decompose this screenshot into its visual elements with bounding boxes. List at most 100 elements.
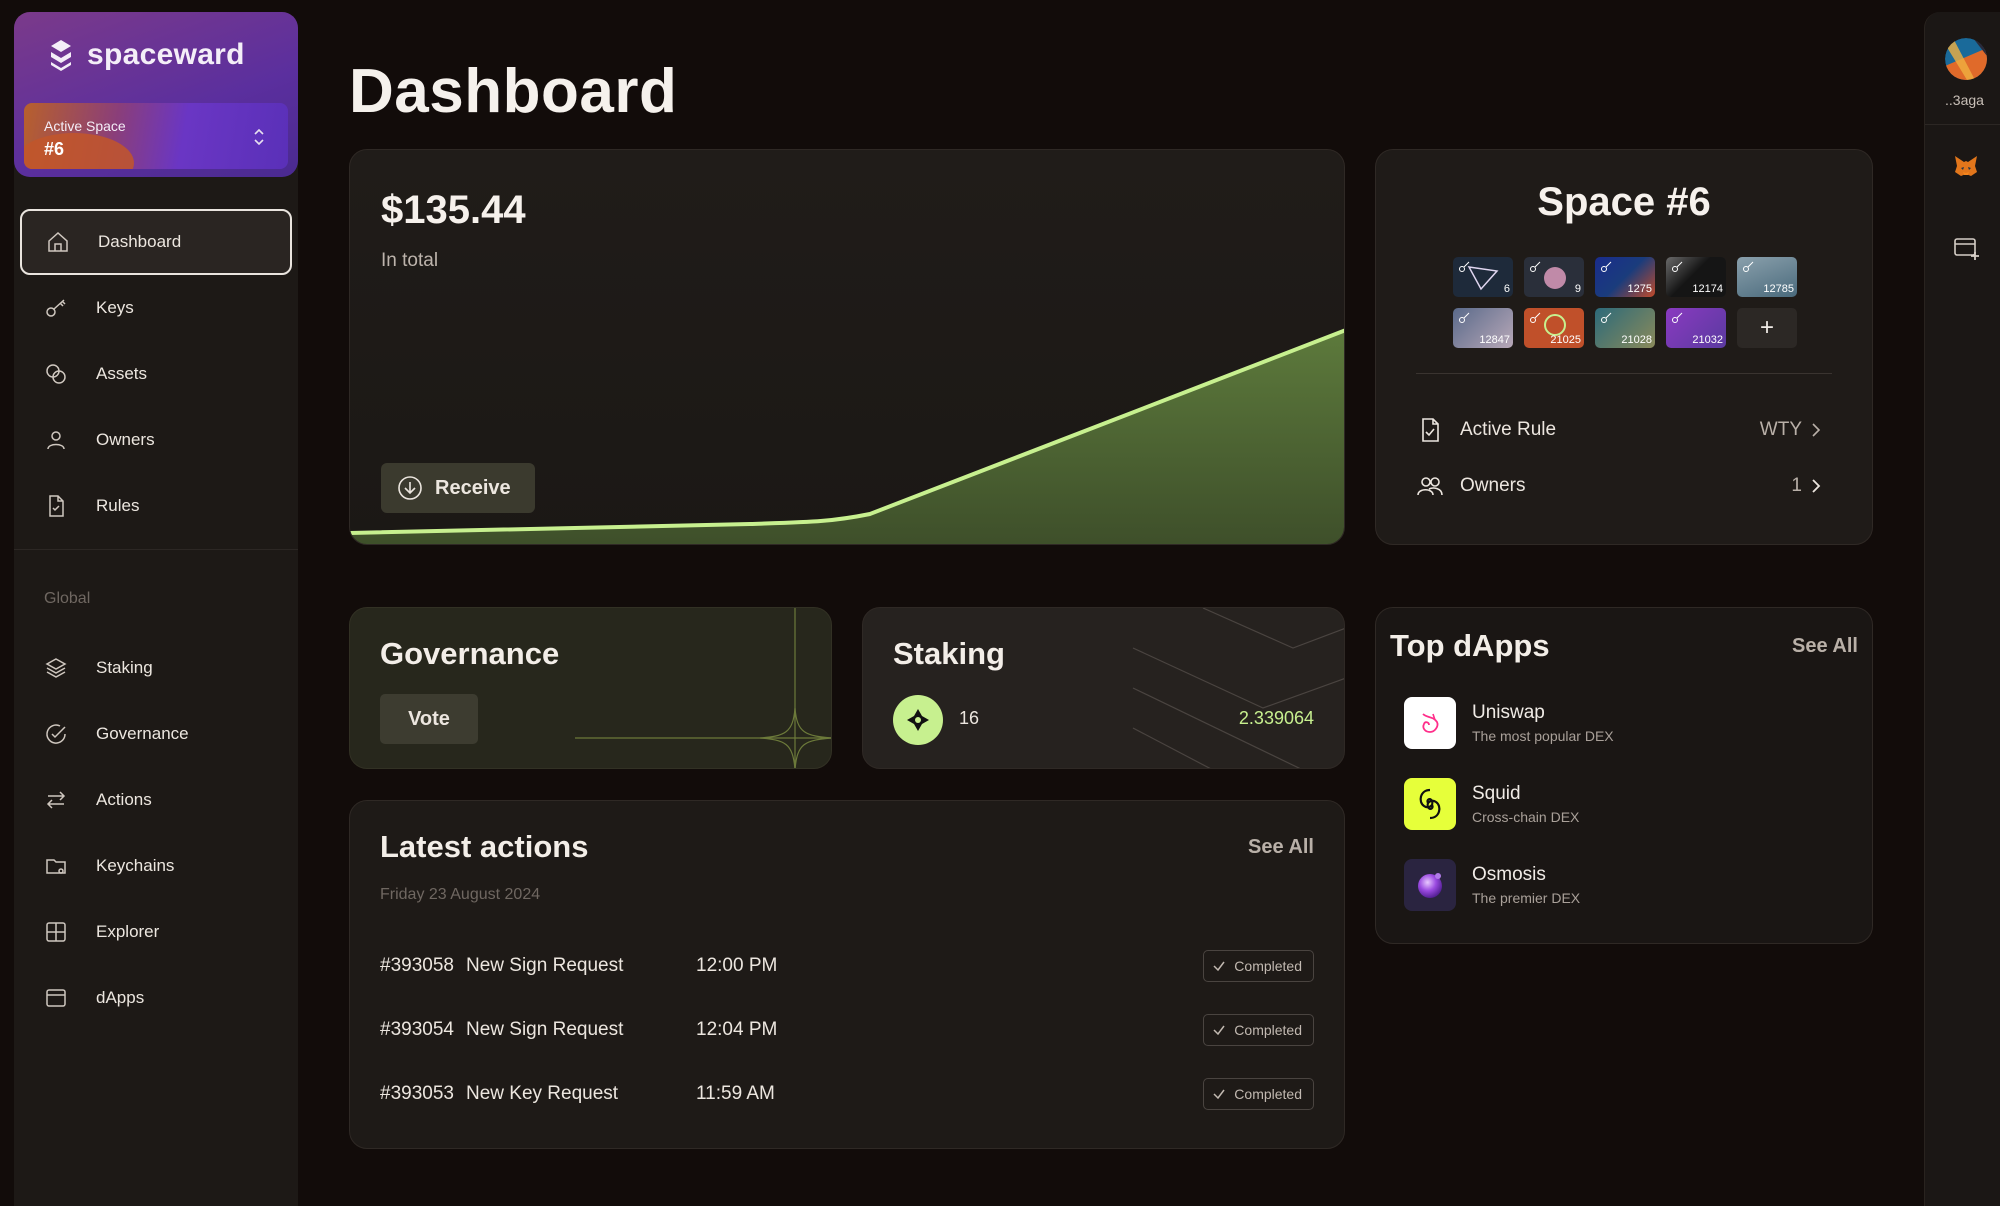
key-number: 9: [1574, 283, 1581, 295]
dapp-desc: The premier DEX: [1472, 890, 1581, 906]
nav-heading-global: Global: [44, 590, 91, 607]
key-tile[interactable]: 6: [1453, 257, 1513, 297]
key-number: 21025: [1550, 334, 1581, 346]
action-time: 11:59 AM: [696, 1083, 775, 1104]
account-avatar[interactable]: [1945, 38, 1987, 80]
dapp-item-squid[interactable]: Squid Cross-chain DEX: [1404, 778, 1579, 830]
staking-decoration: [1132, 608, 1344, 768]
key-tile[interactable]: 1275: [1595, 257, 1655, 297]
brand-card: spaceward Active Space #6: [14, 12, 298, 177]
key-icon: [46, 299, 66, 317]
nav-item-assets[interactable]: Assets: [20, 341, 292, 407]
dapp-name: Squid: [1472, 783, 1521, 804]
nav-divider: [14, 549, 298, 550]
space-title: Space #6: [1537, 180, 1711, 224]
active-rule-value: WTY: [1759, 419, 1802, 440]
nav-item-governance[interactable]: Governance: [20, 701, 292, 767]
key-icon: [1672, 312, 1683, 323]
home-icon: [48, 231, 68, 252]
nav-item-owners[interactable]: Owners: [20, 407, 292, 473]
status-text: Completed: [1234, 1022, 1302, 1038]
nav-item-keychains[interactable]: Keychains: [20, 833, 292, 899]
nav-label: dApps: [96, 988, 145, 1007]
action-row[interactable]: #393058 New Sign Request 12:00 PM Comple…: [380, 946, 1314, 986]
governance-card[interactable]: Governance Vote: [349, 607, 832, 769]
staking-value: 2.339064: [1238, 708, 1314, 728]
key-number: 12847: [1479, 334, 1510, 346]
coins-icon: [46, 364, 66, 384]
key-icon: [1672, 261, 1683, 272]
action-row[interactable]: #393053 New Key Request 11:59 AM Complet…: [380, 1074, 1314, 1114]
key-icon: [1459, 312, 1470, 323]
nav-label: Governance: [96, 724, 189, 743]
space-divider: [1416, 373, 1832, 374]
vote-button[interactable]: Vote: [380, 694, 478, 744]
arrows-icon: [46, 791, 66, 809]
metamask-fox-icon[interactable]: [1952, 152, 1980, 180]
add-window-icon[interactable]: [1952, 234, 1980, 262]
nav-item-staking[interactable]: Staking: [20, 635, 292, 701]
governance-decoration: [575, 608, 831, 768]
owners-row[interactable]: Owners 1: [1416, 466, 1822, 506]
nav-label: Actions: [96, 790, 152, 809]
check-icon: [1213, 1025, 1225, 1036]
sidebar: spaceward Active Space #6 Dashboard Keys…: [14, 12, 298, 1206]
key-tile[interactable]: 12174: [1666, 257, 1726, 297]
status-badge: Completed: [1203, 950, 1314, 982]
receive-button[interactable]: Receive: [381, 463, 535, 513]
active-rule-row[interactable]: Active Rule WTY: [1416, 410, 1822, 450]
browser-icon: [46, 989, 66, 1007]
active-rule-label: Active Rule: [1460, 419, 1557, 440]
page-title: Dashboard: [349, 57, 678, 126]
latest-actions-card: Latest actions See All Friday 23 August …: [349, 800, 1345, 1149]
key-number: 12174: [1692, 283, 1723, 295]
spaceward-logo-icon: [51, 40, 71, 71]
actions-see-all-link[interactable]: See All: [1248, 836, 1314, 859]
action-id: #393053: [380, 1083, 454, 1104]
key-tile[interactable]: 12785: [1737, 257, 1797, 297]
users-icon: [1417, 477, 1443, 496]
status-badge: Completed: [1203, 1014, 1314, 1046]
key-tile[interactable]: 12847: [1453, 308, 1513, 348]
key-icon: [1743, 261, 1754, 272]
key-grid: 6 9 1275 12174 12785 12847 21025 21028 2…: [1453, 257, 1803, 348]
dapps-see-all-link[interactable]: See All: [1792, 635, 1858, 658]
nav-label: Keys: [96, 298, 134, 317]
brand[interactable]: spaceward: [47, 38, 245, 72]
dapp-item-osmosis[interactable]: Osmosis The premier DEX: [1404, 859, 1580, 911]
download-circle-icon: [398, 476, 422, 500]
rail-divider: [1925, 124, 2000, 125]
nav-item-rules[interactable]: Rules: [20, 473, 292, 539]
balance-amount: $135.44: [381, 188, 526, 232]
nav-item-explorer[interactable]: Explorer: [20, 899, 292, 965]
dapp-item-uniswap[interactable]: Uniswap The most popular DEX: [1404, 697, 1614, 749]
dapp-name: Osmosis: [1472, 864, 1546, 885]
key-tile[interactable]: 21032: [1666, 308, 1726, 348]
action-id: #393058: [380, 955, 454, 976]
chevron-up-down-icon: [254, 128, 264, 146]
nav-item-dashboard[interactable]: Dashboard: [20, 209, 292, 275]
chevron-right-icon: [1812, 479, 1821, 493]
staking-count: 16: [959, 708, 980, 728]
add-key-button[interactable]: +: [1737, 308, 1797, 348]
dapp-desc: The most popular DEX: [1472, 728, 1614, 744]
balance-label: In total: [381, 250, 439, 271]
nav-item-dapps[interactable]: dApps: [20, 965, 292, 1031]
brand-name: spaceward: [87, 38, 245, 71]
staking-card[interactable]: Staking 16 2.339064: [862, 607, 1345, 769]
key-tile[interactable]: 21025: [1524, 308, 1584, 348]
nav-item-actions[interactable]: Actions: [20, 767, 292, 833]
top-dapps-card: Top dApps See All Uniswap The most popul…: [1375, 607, 1873, 944]
layers-icon: [45, 658, 67, 678]
action-row[interactable]: #393054 New Sign Request 12:04 PM Comple…: [380, 1010, 1314, 1050]
key-tile[interactable]: 21028: [1595, 308, 1655, 348]
nav-item-keys[interactable]: Keys: [20, 275, 292, 341]
key-icon: [1530, 261, 1541, 272]
active-space-selector[interactable]: Active Space #6: [24, 103, 288, 169]
check-icon: [1213, 1089, 1225, 1100]
owners-label: Owners: [1460, 475, 1526, 496]
key-number: 1275: [1627, 283, 1652, 295]
grid-icon: [46, 922, 66, 942]
status-text: Completed: [1234, 1086, 1302, 1102]
key-tile[interactable]: 9: [1524, 257, 1584, 297]
